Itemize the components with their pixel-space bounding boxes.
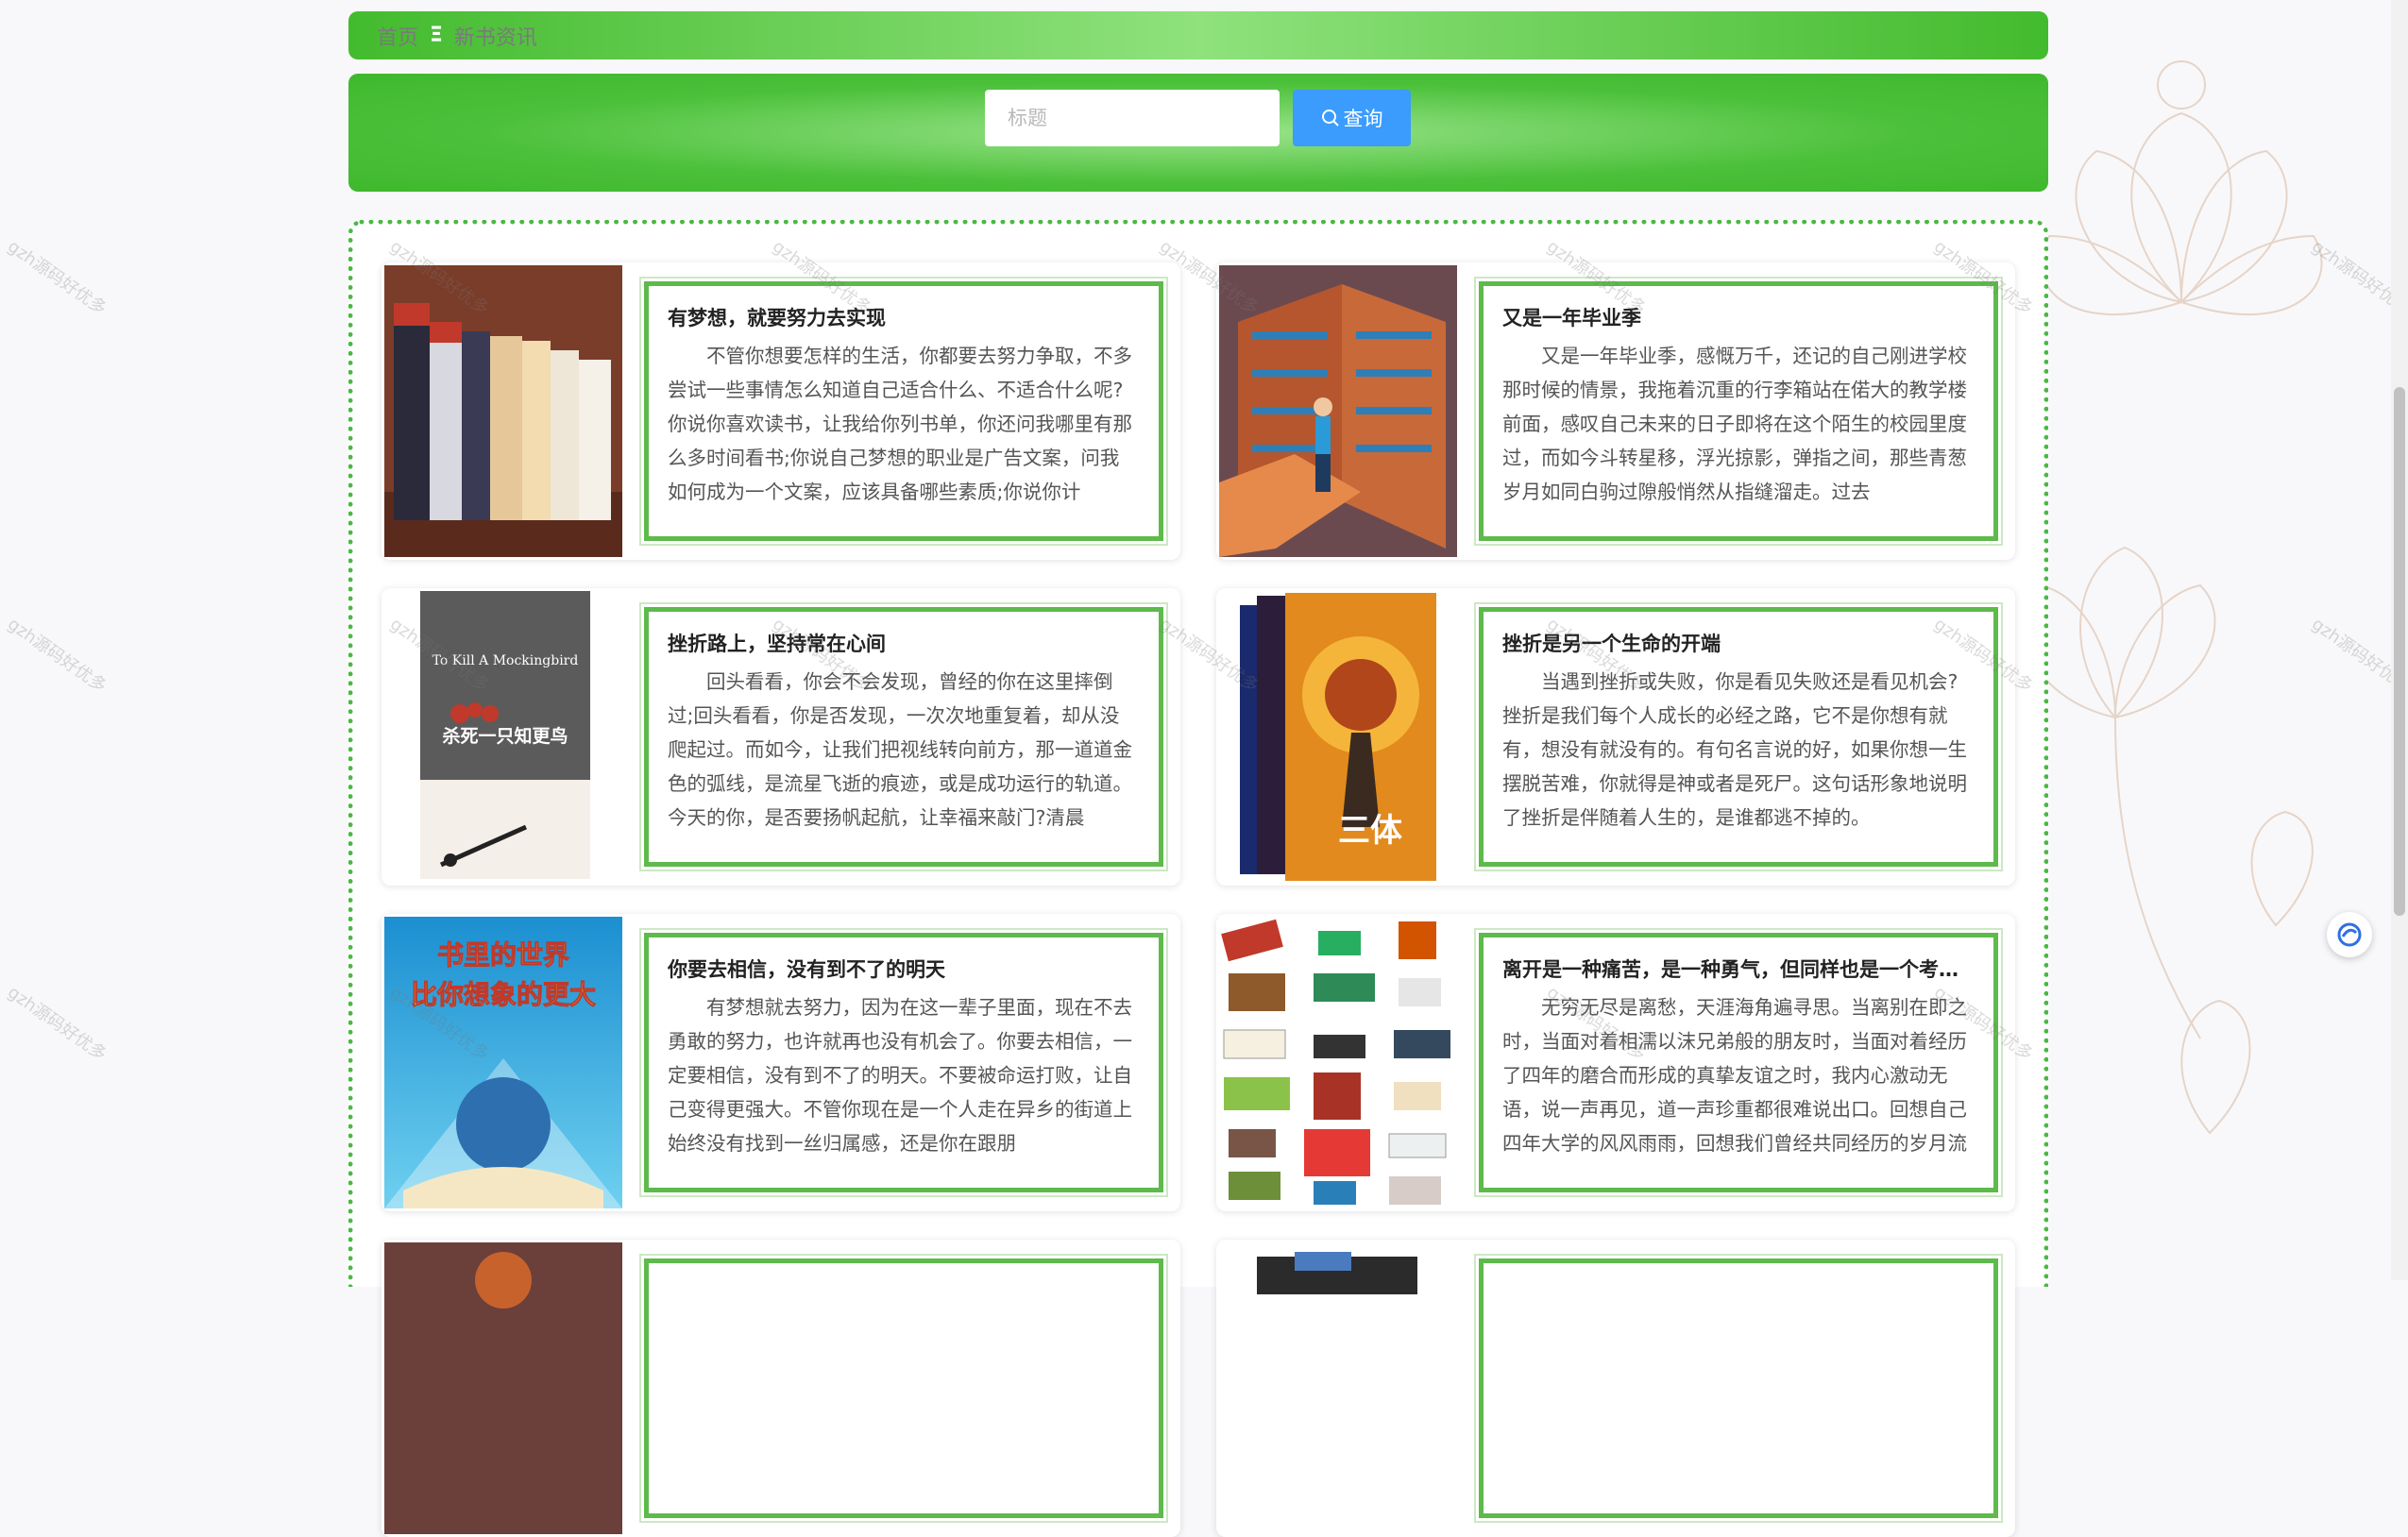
news-title[interactable]: 又是一年毕业季 [1502, 303, 1973, 331]
news-excerpt [668, 1288, 1138, 1458]
search-button-label: 查询 [1343, 108, 1383, 130]
news-thumbnail[interactable] [384, 265, 622, 557]
news-excerpt [1502, 1288, 1973, 1458]
poster-text-line2: 比你想象的更大 [411, 979, 596, 1010]
news-title[interactable]: 挫折路上，坚持常在心间 [668, 629, 1138, 657]
news-text-frame [1474, 1254, 2003, 1523]
scrollbar-thumb[interactable] [2394, 387, 2405, 916]
news-title[interactable]: 你要去相信，没有到不了的明天 [668, 954, 1138, 983]
breadcrumb-home-link[interactable]: 首页 [377, 21, 418, 51]
watermark: gzh源码好优多 [4, 236, 110, 319]
news-card[interactable]: 有梦想，就要努力去实现 不管你想要怎样的生活，你都要去努力争取，不多尝试一些事情… [382, 262, 1180, 560]
news-thumbnail[interactable]: 书里的世界 比你想象的更大 [384, 917, 622, 1208]
news-excerpt: 当遇到挫折或失败，你是看见失败还是看见机会?挫折是我们每个人成长的必经之路，它不… [1502, 670, 1967, 829]
title-search-input[interactable] [985, 90, 1280, 146]
breadcrumb: 首页 Ξ 新书资讯 [348, 11, 2048, 59]
news-text-frame: 又是一年毕业季 又是一年毕业季，感慨万千，还记的自己刚进学校那时候的情景，我拖着… [1474, 277, 2003, 546]
news-card[interactable]: 离开是一种痛苦，是一种勇气，但同样也是一个考验，是一种力量 无穷无尽是离愁，天涯… [1216, 914, 2015, 1211]
poster-text-line1: 书里的世界 [437, 939, 569, 971]
news-thumbnail[interactable] [1219, 917, 1457, 1208]
news-title[interactable]: 挫折是另一个生命的开端 [1502, 629, 1973, 657]
floral-background [2022, 60, 2323, 1135]
news-excerpt: 无穷无尽是离愁，天涯海角遍寻思。当离别在即之时，当面对着相濡以沫兄弟般的朋友时，… [1502, 996, 1967, 1155]
news-thumbnail[interactable]: To Kill A Mockingbird 杀死一只知更鸟 [384, 591, 622, 883]
news-card[interactable] [1216, 1240, 2015, 1537]
search-button[interactable]: 查询 [1293, 90, 1411, 146]
cover-text-chinese: 杀死一只知更鸟 [442, 725, 568, 747]
news-text-frame: 你要去相信，没有到不了的明天 有梦想就去努力，因为在这一辈子里面，现在不去勇敢的… [639, 928, 1168, 1197]
news-thumbnail[interactable] [1219, 265, 1457, 557]
chat-icon [2337, 922, 2362, 947]
news-card[interactable]: To Kill A Mockingbird 杀死一只知更鸟 挫折路上，坚持常在心… [382, 588, 1180, 886]
breadcrumb-current: 新书资讯 [453, 25, 537, 50]
cover-text-title: 三体 [1338, 812, 1402, 850]
breadcrumb-separator: Ξ [430, 24, 443, 47]
news-text-frame [639, 1254, 1168, 1523]
watermark: gzh源码好优多 [4, 614, 110, 697]
chat-assistant-button[interactable] [2327, 912, 2372, 957]
news-title[interactable]: 有梦想，就要努力去实现 [668, 303, 1138, 331]
news-card[interactable]: 书里的世界 比你想象的更大 你要去相信，没有到不了的明天 有梦想就去努力，因为在… [382, 914, 1180, 1211]
news-excerpt: 回头看看，你会不会发现，曾经的你在这里摔倒过;回头看看，你是否发现，一次次地重复… [668, 670, 1132, 829]
news-thumbnail[interactable] [384, 1242, 622, 1534]
watermark: gzh源码好优多 [4, 982, 110, 1065]
news-thumbnail[interactable] [1219, 1242, 1457, 1534]
news-text-frame: 挫折路上，坚持常在心间 回头看看，你会不会发现，曾经的你在这里摔倒过;回头看看，… [639, 602, 1168, 871]
news-card[interactable]: 又是一年毕业季 又是一年毕业季，感慨万千，还记的自己刚进学校那时候的情景，我拖着… [1216, 262, 2015, 560]
news-text-frame: 离开是一种痛苦，是一种勇气，但同样也是一个考验，是一种力量 无穷无尽是离愁，天涯… [1474, 928, 2003, 1197]
news-excerpt: 不管你想要怎样的生活，你都要去努力争取，不多尝试一些事情怎么知道自己适合什么、不… [668, 345, 1132, 503]
news-text-frame: 挫折是另一个生命的开端 当遇到挫折或失败，你是看见失败还是看见机会?挫折是我们每… [1474, 602, 2003, 871]
news-list-panel: 有梦想，就要努力去实现 不管你想要怎样的生活，你都要去努力争取，不多尝试一些事情… [348, 220, 2048, 1537]
news-text-frame: 有梦想，就要努力去实现 不管你想要怎样的生活，你都要去努力争取，不多尝试一些事情… [639, 277, 1168, 546]
news-card[interactable]: 三体 挫折是另一个生命的开端 当遇到挫折或失败，你是看见失败还是看见机会?挫折是… [1216, 588, 2015, 886]
news-excerpt: 有梦想就去努力，因为在这一辈子里面，现在不去勇敢的努力，也许就再也没有机会了。你… [668, 996, 1132, 1155]
news-card[interactable] [382, 1240, 1180, 1537]
search-icon [1321, 110, 1339, 127]
news-excerpt: 又是一年毕业季，感慨万千，还记的自己刚进学校那时候的情景，我拖着沉重的行李箱站在… [1502, 345, 1967, 503]
news-thumbnail[interactable]: 三体 [1219, 591, 1457, 883]
search-bar: 查询 [348, 74, 2048, 192]
news-title[interactable]: 离开是一种痛苦，是一种勇气，但同样也是一个考验，是一种力量 [1502, 954, 1973, 983]
page-scrollbar[interactable] [2391, 0, 2408, 1280]
cover-text-english: To Kill A Mockingbird [432, 653, 579, 668]
